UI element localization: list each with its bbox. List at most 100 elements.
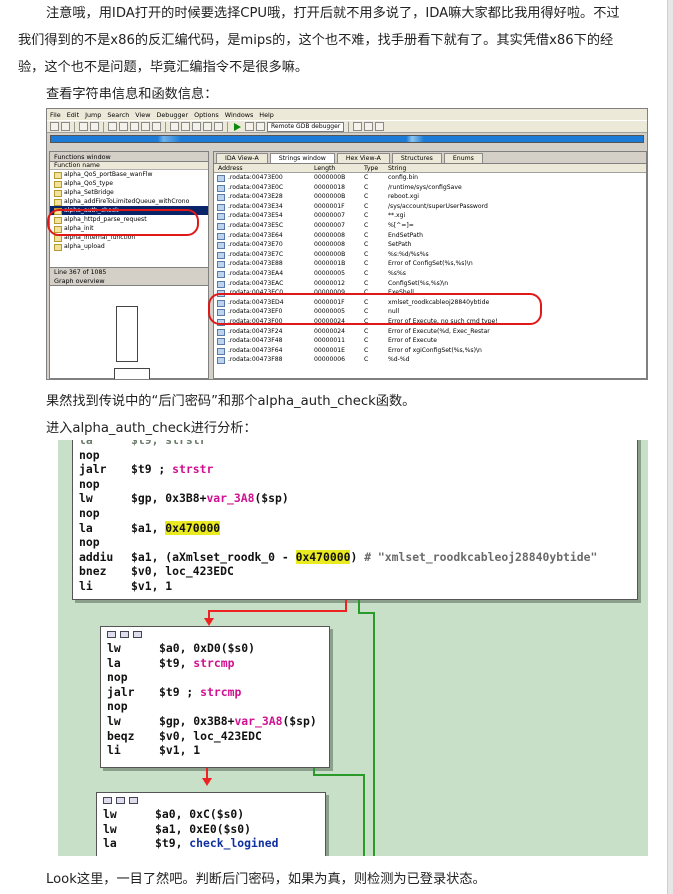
run-to-icon[interactable]: [375, 122, 385, 131]
function-list-item[interactable]: alpha_init: [50, 224, 208, 233]
function-list-item[interactable]: alpha_httpd_parse_request: [50, 215, 208, 224]
asm-instruction[interactable]: nop: [101, 670, 329, 685]
table-row[interactable]: .rodata:00473E7C 0000000B C %s:%d/%s%s: [214, 250, 646, 260]
table-row[interactable]: .rodata:00473E28 0000000B Creboot.xgi: [214, 192, 646, 202]
asm-instruction[interactable]: li $v1, 1: [101, 743, 329, 758]
search-icon[interactable]: [119, 122, 128, 131]
debugger-select[interactable]: Remote GDB debugger: [267, 121, 345, 132]
table-row[interactable]: .rodata:00473F24 00000024 C Error of Execut…: [214, 327, 646, 337]
menu-item-options[interactable]: Options: [194, 111, 219, 119]
function-name-column[interactable]: Function name: [50, 162, 208, 170]
binary-icon[interactable]: [108, 122, 117, 131]
table-row[interactable]: .rodata:00473ED4 0000001F Cxmlset_roodkcab…: [214, 298, 646, 308]
save-icon[interactable]: [61, 122, 70, 131]
type-column[interactable]: Type: [364, 164, 388, 172]
open-icon[interactable]: [50, 122, 59, 131]
menu-item-file[interactable]: File: [50, 111, 61, 119]
table-row[interactable]: .rodata:00473E88 0000001B C Error of Config…: [214, 259, 646, 269]
pause-icon[interactable]: [245, 122, 254, 131]
function-list-item[interactable]: alpha_upload: [50, 242, 208, 251]
asm-instruction[interactable]: nop: [73, 477, 637, 492]
color-icon[interactable]: [103, 796, 112, 804]
asm-instruction[interactable]: jalr $t9 ; strstr: [73, 462, 637, 477]
asm-instruction[interactable]: nop: [73, 448, 637, 463]
menu-item-jump[interactable]: Jump: [85, 111, 101, 119]
table-row[interactable]: .rodata:00473E0C 00000018 C/runtime/sys/co…: [214, 183, 646, 193]
graph-icon[interactable]: [141, 122, 150, 131]
function-list-item[interactable]: alpha_SetBridge: [50, 188, 208, 197]
menu-item-windows[interactable]: Windows: [225, 111, 254, 119]
close-icon[interactable]: [214, 122, 223, 131]
length-column[interactable]: Length: [314, 164, 364, 172]
asm-instruction[interactable]: lw $a0, 0xC($s0): [97, 807, 325, 822]
table-row[interactable]: .rodata:00473E5C 00000007 C %[^=]=: [214, 221, 646, 231]
table-row[interactable]: .rodata:00473E00 0000000B Cconfig.bin: [214, 173, 646, 183]
menu-item-edit[interactable]: Edit: [67, 111, 79, 119]
asm-instruction[interactable]: la $a1, 0x470000: [73, 520, 637, 536]
table-row[interactable]: .rodata:00473E70 00000008 C SetPath: [214, 240, 646, 250]
xref-icon[interactable]: [203, 122, 212, 131]
function-list-item[interactable]: alpha_auth_check: [50, 206, 208, 215]
function-icon[interactable]: [192, 122, 201, 131]
step-icon[interactable]: [364, 122, 374, 131]
stop-icon[interactable]: [256, 122, 265, 131]
asm-instruction[interactable]: nop: [73, 535, 637, 550]
asm-instruction[interactable]: lw $gp, 0x3B8+var_3A8($sp): [101, 714, 329, 729]
breakpoint-icon[interactable]: [353, 122, 363, 131]
record-icon[interactable]: [152, 122, 161, 131]
tab-structures[interactable]: Structures: [391, 153, 442, 163]
table-row[interactable]: .rodata:00473F88 00000006 C %d-%d: [214, 355, 646, 365]
asm-instruction[interactable]: addiu $a1, (aXmlset_roodk_0 - 0x470000) #…: [73, 549, 637, 565]
string-column[interactable]: String: [388, 164, 646, 172]
function-list-item[interactable]: alpha_QoS_portBase_wanFlw: [50, 170, 208, 179]
color-icon[interactable]: [107, 630, 116, 638]
menu-item-view[interactable]: View: [135, 111, 150, 119]
tab-hex-view-a[interactable]: Hex View-A: [336, 153, 390, 163]
group-icon[interactable]: [133, 630, 142, 638]
menu-item-help[interactable]: Help: [259, 111, 274, 119]
asm-instruction[interactable]: lw $gp, 0x3B8+var_3A8($sp): [73, 491, 637, 506]
table-row[interactable]: .rodata:00473E64 00000008 C EndSetPath: [214, 231, 646, 241]
table-row[interactable]: .rodata:00473EC0 00000009 C ExeShell: [214, 288, 646, 298]
table-row[interactable]: .rodata:00473E54 00000007 C **.xgi: [214, 211, 646, 221]
asm-instruction[interactable]: bnez $v0, loc_423EDC: [73, 564, 637, 579]
text-icon[interactable]: [130, 122, 139, 131]
tab-ida-view-a[interactable]: IDA View-A: [216, 153, 268, 163]
menu-item-debugger[interactable]: Debugger: [156, 111, 188, 119]
menu-item-search[interactable]: Search: [107, 111, 129, 119]
forward-icon[interactable]: [90, 122, 99, 131]
function-list-item[interactable]: alpha_addFireToLimitedQueue_withCrono: [50, 197, 208, 206]
tab-enums[interactable]: Enums: [443, 153, 483, 163]
asm-instruction[interactable]: beqz $v0, loc_423EDC: [101, 729, 329, 744]
back-icon[interactable]: [79, 122, 88, 131]
address-column[interactable]: Address: [214, 164, 314, 172]
asm-instruction[interactable]: la $t9, check_logined: [97, 836, 325, 851]
asm-instruction[interactable]: nop: [101, 699, 329, 714]
asm-instruction[interactable]: nop: [73, 506, 637, 521]
play-icon[interactable]: [234, 122, 241, 131]
table-row[interactable]: .rodata:00473EF0 00000005 Cnull: [214, 307, 646, 317]
function-list-item[interactable]: alpha_QoS_type: [50, 179, 208, 188]
function-list-item[interactable]: alpha_internal_function: [50, 233, 208, 242]
table-row[interactable]: .rodata:00473F64 0000001E C Error of xgiCon…: [214, 346, 646, 356]
navigation-band[interactable]: [50, 135, 644, 143]
table-row[interactable]: .rodata:00473F00 00000024 C Error of Execut…: [214, 317, 646, 327]
asm-instruction[interactable]: la $t9, strcmp: [101, 656, 329, 671]
asm-instruction[interactable]: lw $a0, 0xD0($s0): [101, 641, 329, 656]
graph-node-icon[interactable]: [120, 630, 129, 638]
graph-node-icon[interactable]: [116, 796, 125, 804]
table-row[interactable]: .rodata:00473EAC 00000012 C ConfigSet(%s,%s…: [214, 279, 646, 289]
asm-instruction[interactable]: jalr $t9 ; strcmp: [101, 685, 329, 700]
asm-operands: $a0, 0xC($s0): [155, 807, 245, 821]
segment-icon[interactable]: [170, 122, 179, 131]
asm-instruction[interactable]: lw $a1, 0xE0($s0): [97, 822, 325, 837]
tab-strings-window[interactable]: Strings window: [269, 153, 335, 163]
string-type: C: [364, 346, 369, 354]
table-row[interactable]: .rodata:00473F48 00000011 C Error of Execut…: [214, 336, 646, 346]
table-row[interactable]: .rodata:00473EA4 00000005 C %s%s: [214, 269, 646, 279]
struct-icon[interactable]: [181, 122, 190, 131]
asm-instruction[interactable]: la $t9, strstr: [73, 440, 637, 448]
group-icon[interactable]: [129, 796, 138, 804]
asm-instruction[interactable]: li $v1, 1: [73, 579, 637, 594]
table-row[interactable]: .rodata:00473E34 0000001F C/sys/account/su…: [214, 202, 646, 212]
